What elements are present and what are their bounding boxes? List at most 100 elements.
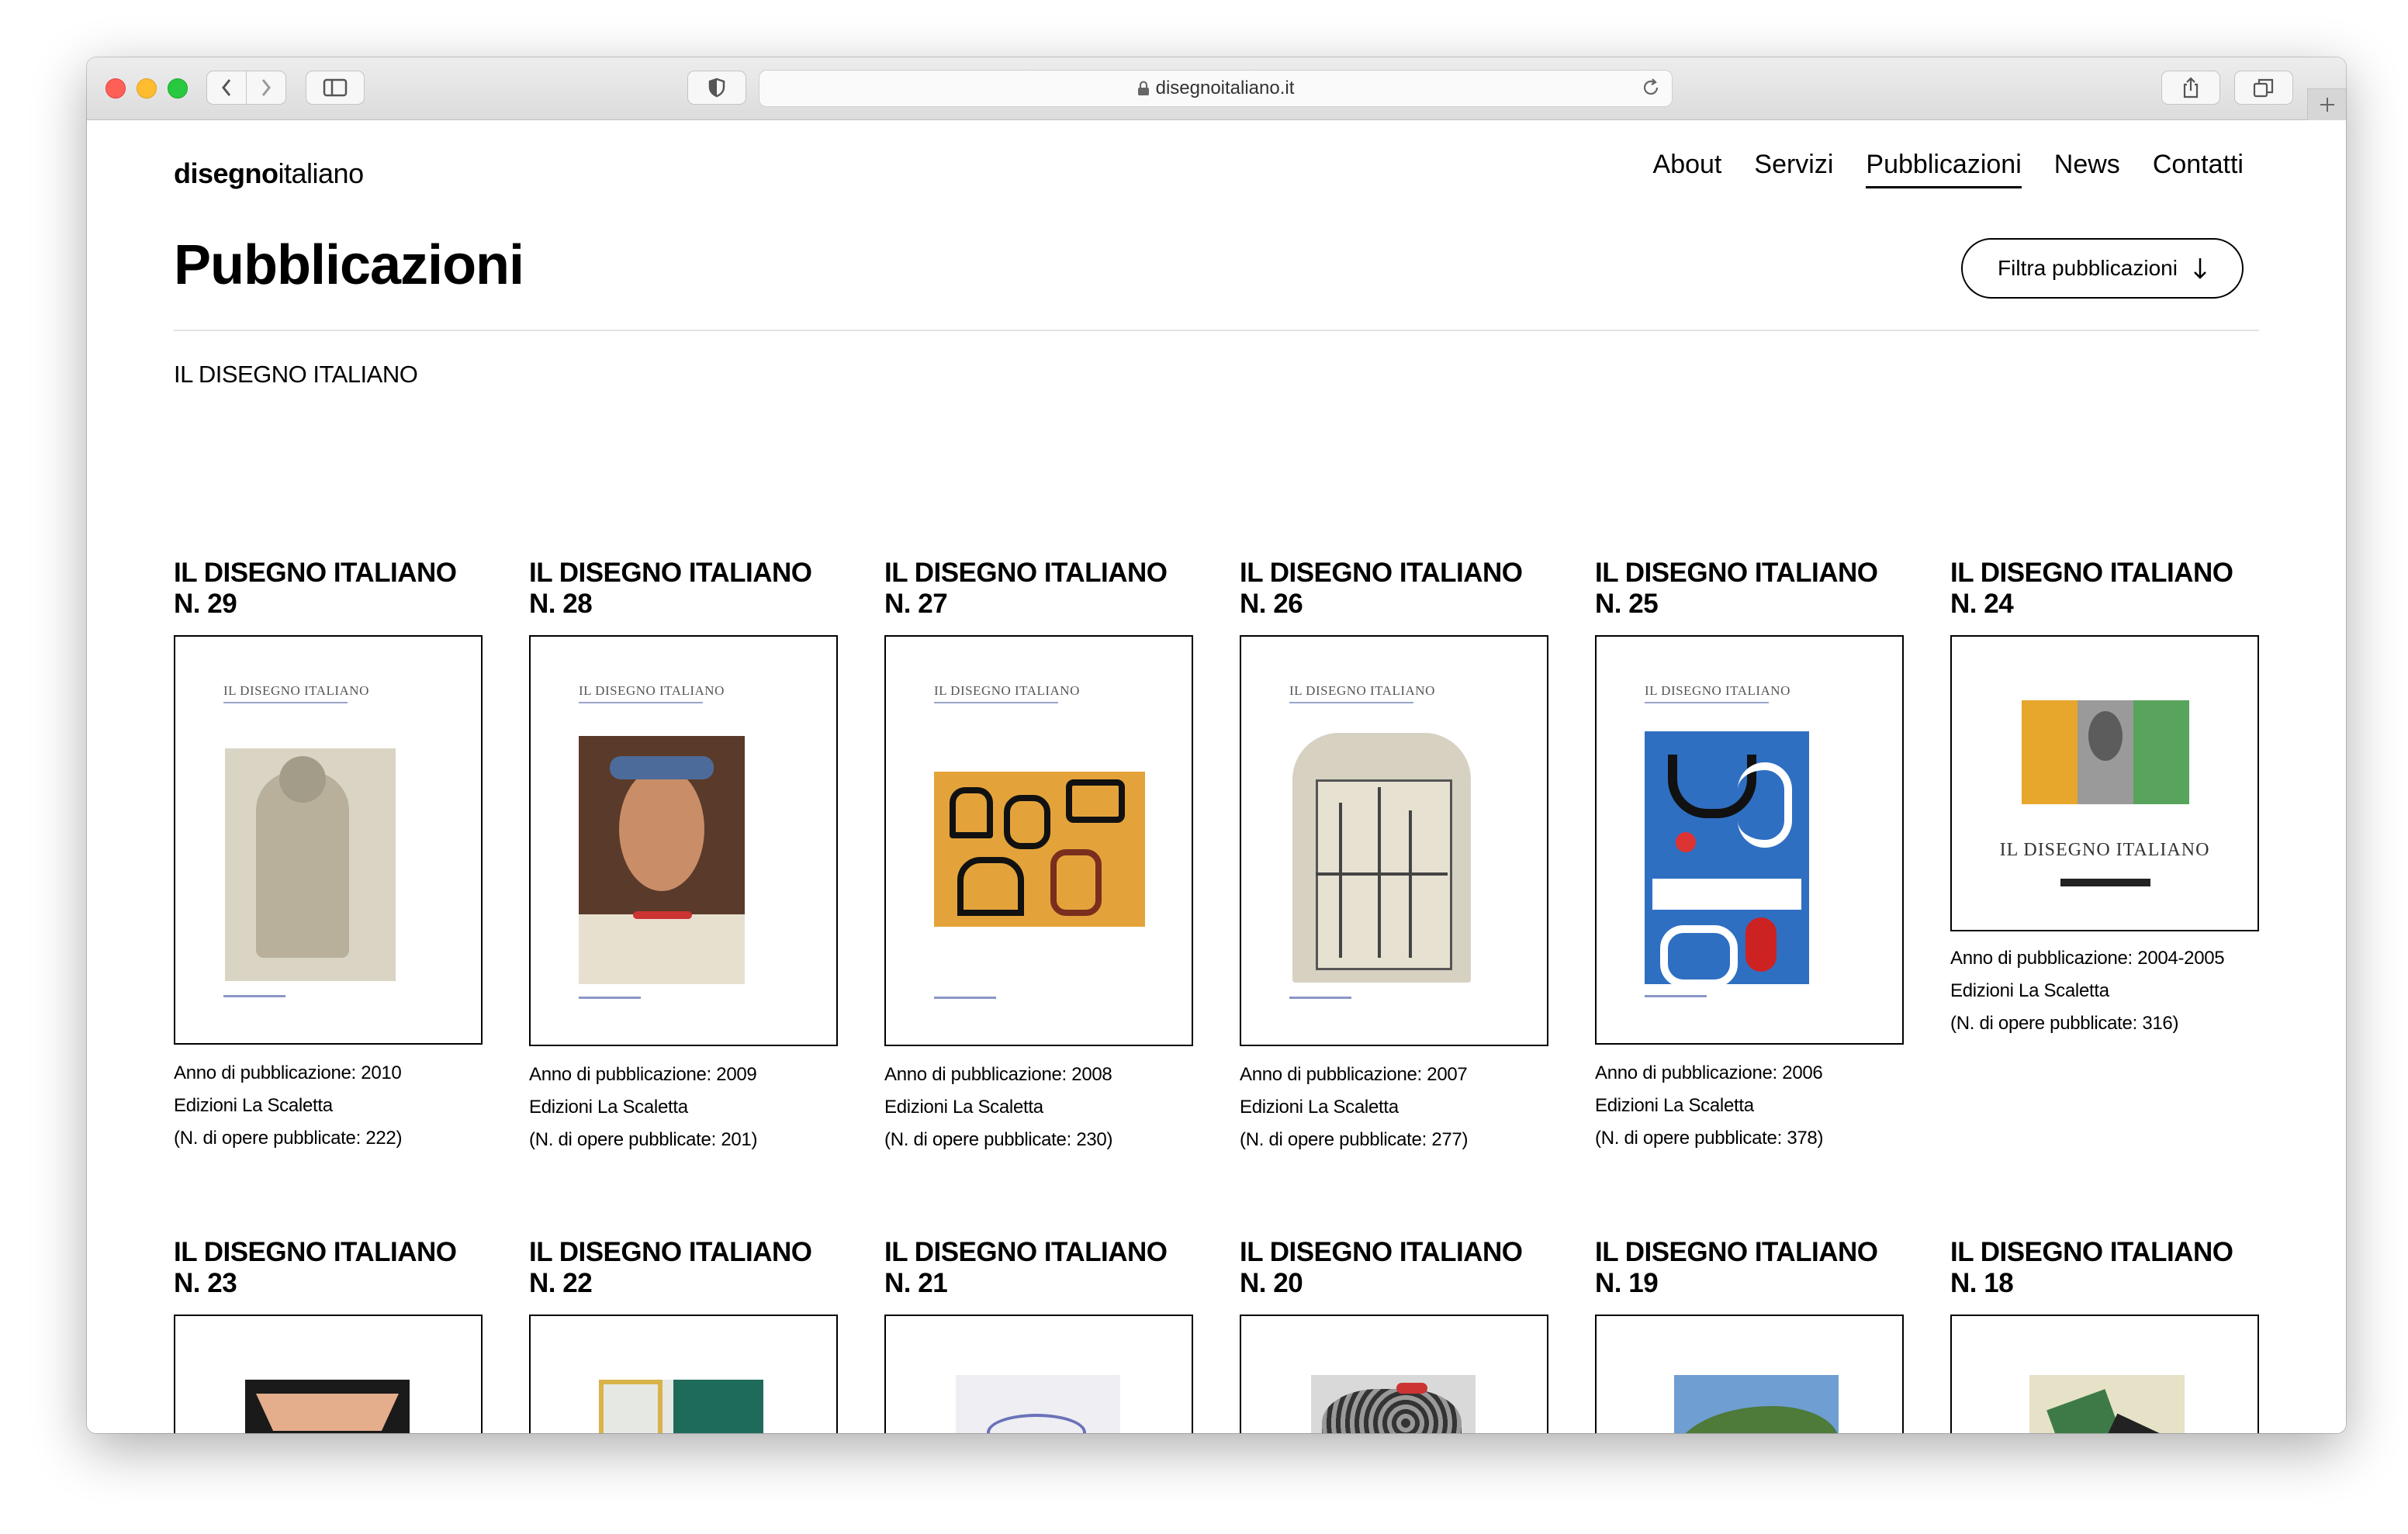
card-year: Anno di pubblicazione: 2009	[529, 1064, 757, 1085]
cover-image[interactable]: Il Disegno Italiano	[1950, 635, 2259, 931]
address-bar[interactable]: disegnoitaliano.it	[759, 70, 1673, 107]
nav-contatti[interactable]: Contatti	[2153, 150, 2244, 188]
reload-icon[interactable]	[1641, 78, 1661, 98]
cover-artwork	[1645, 731, 1809, 987]
cover-image[interactable]	[884, 1315, 1193, 1433]
card-year: Anno di pubblicazione: 2004-2005	[1950, 948, 2225, 969]
publication-card[interactable]: IL DISEGNO ITALIANO N. 21	[884, 1237, 1193, 1433]
logo-light-text: italiano	[278, 157, 365, 189]
cover-image[interactable]	[1240, 1315, 1548, 1433]
nav-about[interactable]: About	[1653, 150, 1722, 188]
new-tab-button[interactable]	[2307, 88, 2346, 120]
cover-artwork	[599, 1380, 763, 1433]
nav-news[interactable]: News	[2054, 150, 2120, 188]
share-button[interactable]	[2161, 71, 2220, 105]
cover-image[interactable]: IL DISEGNO ITALIANO	[1240, 635, 1548, 1046]
tab-overview-button[interactable]	[2234, 71, 2293, 105]
card-title: IL DISEGNO ITALIANO	[174, 1237, 457, 1267]
site-logo[interactable]: disegnoitaliano	[174, 157, 364, 190]
card-title: IL DISEGNO ITALIANO	[529, 1237, 812, 1267]
cover-image[interactable]	[529, 1315, 838, 1433]
nav-servizi[interactable]: Servizi	[1754, 150, 1833, 188]
card-number: N. 27	[884, 589, 948, 619]
cover-image[interactable]: IL DISEGNO ITALIANO	[884, 635, 1193, 1046]
cover-artwork	[225, 748, 396, 981]
card-publisher: Edizioni La Scaletta	[174, 1095, 333, 1116]
url-text: disegnoitaliano.it	[1155, 78, 1295, 98]
cover-artwork	[245, 1380, 410, 1433]
card-publisher: Edizioni La Scaletta	[1595, 1095, 1754, 1116]
publication-card[interactable]: IL DISEGNO ITALIANO N. 27 IL DISEGNO ITA…	[884, 558, 1193, 1150]
cover-artwork	[1292, 733, 1471, 983]
zoom-window-button[interactable]	[168, 78, 188, 98]
section-label: IL DISEGNO ITALIANO	[174, 361, 418, 388]
card-info: Anno di pubblicazione: 2007 Edizioni La …	[1240, 1059, 1468, 1156]
publication-card[interactable]: IL DISEGNO ITALIANO N. 23	[174, 1237, 483, 1433]
card-publisher: Edizioni La Scaletta	[884, 1097, 1043, 1118]
sidebar-icon	[323, 78, 348, 97]
card-works: (N. di opere pubblicate: 230)	[884, 1129, 1113, 1150]
filter-publications-button[interactable]: Filtra pubblicazioni	[1961, 238, 2244, 299]
cover-image[interactable]: IL DISEGNO ITALIANO	[529, 635, 838, 1046]
cover-artwork	[579, 736, 745, 984]
shield-icon	[708, 78, 725, 98]
close-window-button[interactable]	[106, 78, 126, 98]
card-works: (N. di opere pubblicate: 277)	[1240, 1129, 1469, 1150]
cover-masthead: IL DISEGNO ITALIANO	[1645, 683, 1790, 698]
card-works: (N. di opere pubblicate: 316)	[1950, 1013, 2179, 1034]
cover-masthead: IL DISEGNO ITALIANO	[934, 683, 1080, 698]
card-year: Anno di pubblicazione: 2007	[1240, 1064, 1468, 1085]
publication-card[interactable]: IL DISEGNO ITALIANO N. 29 IL DISEGNO ITA…	[174, 558, 483, 1149]
card-number: N. 29	[174, 589, 237, 619]
card-title: IL DISEGNO ITALIANO	[1240, 1237, 1523, 1267]
publication-card[interactable]: IL DISEGNO ITALIANO N. 24 Il Disegno Ita…	[1950, 558, 2259, 1034]
cover-artwork	[2022, 700, 2189, 804]
nav-pubblicazioni[interactable]: Pubblicazioni	[1866, 150, 2022, 188]
title-divider	[174, 330, 2259, 331]
card-year: Anno di pubblicazione: 2006	[1595, 1062, 1823, 1083]
card-number: N. 26	[1240, 589, 1303, 619]
publication-card[interactable]: IL DISEGNO ITALIANO N. 25 IL DISEGNO ITA…	[1595, 558, 1904, 1149]
cover-artwork	[934, 772, 1145, 927]
card-publisher: Edizioni La Scaletta	[1240, 1097, 1399, 1118]
publication-card[interactable]: IL DISEGNO ITALIANO N. 22	[529, 1237, 838, 1433]
card-info: Anno di pubblicazione: 2004-2005 Edizion…	[1950, 942, 2225, 1040]
logo-bold-text: disegno	[174, 157, 279, 189]
card-works: (N. di opere pubblicate: 378)	[1595, 1128, 1824, 1149]
sidebar-toggle-button[interactable]	[306, 71, 365, 105]
cover-image[interactable]	[174, 1315, 483, 1433]
card-year: Anno di pubblicazione: 2008	[884, 1064, 1112, 1085]
card-title: IL DISEGNO ITALIANO	[1950, 1237, 2233, 1267]
card-info: Anno di pubblicazione: 2006 Edizioni La …	[1595, 1057, 1823, 1155]
cover-masthead: IL DISEGNO ITALIANO	[1289, 683, 1435, 698]
card-title: IL DISEGNO ITALIANO	[1595, 1237, 1878, 1267]
forward-button[interactable]	[246, 71, 286, 105]
chevron-left-icon	[222, 79, 231, 96]
cover-image[interactable]	[1595, 1315, 1904, 1433]
browser-toolbar: disegnoitaliano.it	[87, 57, 2346, 120]
card-publisher: Edizioni La Scaletta	[1950, 980, 2109, 1001]
card-info: Anno di pubblicazione: 2010 Edizioni La …	[174, 1057, 402, 1155]
privacy-report-button[interactable]	[687, 71, 746, 105]
card-info: Anno di pubblicazione: 2009 Edizioni La …	[529, 1059, 757, 1156]
publication-card[interactable]: IL DISEGNO ITALIANO N. 19	[1595, 1237, 1904, 1433]
minimize-window-button[interactable]	[137, 78, 157, 98]
card-number: N. 25	[1595, 589, 1659, 619]
card-title: IL DISEGNO ITALIANO	[884, 558, 1168, 588]
publication-card[interactable]: IL DISEGNO ITALIANO N. 18	[1950, 1237, 2259, 1433]
publication-card[interactable]: IL DISEGNO ITALIANO N. 26 IL DISEGNO ITA…	[1240, 558, 1548, 1150]
publication-card[interactable]: IL DISEGNO ITALIANO N. 28 IL DISEGNO ITA…	[529, 558, 838, 1150]
card-info: Anno di pubblicazione: 2008 Edizioni La …	[884, 1059, 1112, 1156]
card-number: N. 22	[529, 1268, 593, 1298]
card-title: IL DISEGNO ITALIANO	[174, 558, 457, 588]
card-number: N. 23	[174, 1268, 237, 1298]
card-number: N. 21	[884, 1268, 948, 1298]
cover-image[interactable]	[1950, 1315, 2259, 1433]
back-button[interactable]	[206, 71, 247, 105]
lock-icon	[1137, 81, 1149, 95]
cover-image[interactable]: IL DISEGNO ITALIANO	[174, 635, 483, 1045]
cover-image[interactable]: IL DISEGNO ITALIANO	[1595, 635, 1904, 1045]
card-title: IL DISEGNO ITALIANO	[1240, 558, 1523, 588]
chevron-right-icon	[261, 79, 271, 96]
publication-card[interactable]: IL DISEGNO ITALIANO N. 20	[1240, 1237, 1548, 1433]
